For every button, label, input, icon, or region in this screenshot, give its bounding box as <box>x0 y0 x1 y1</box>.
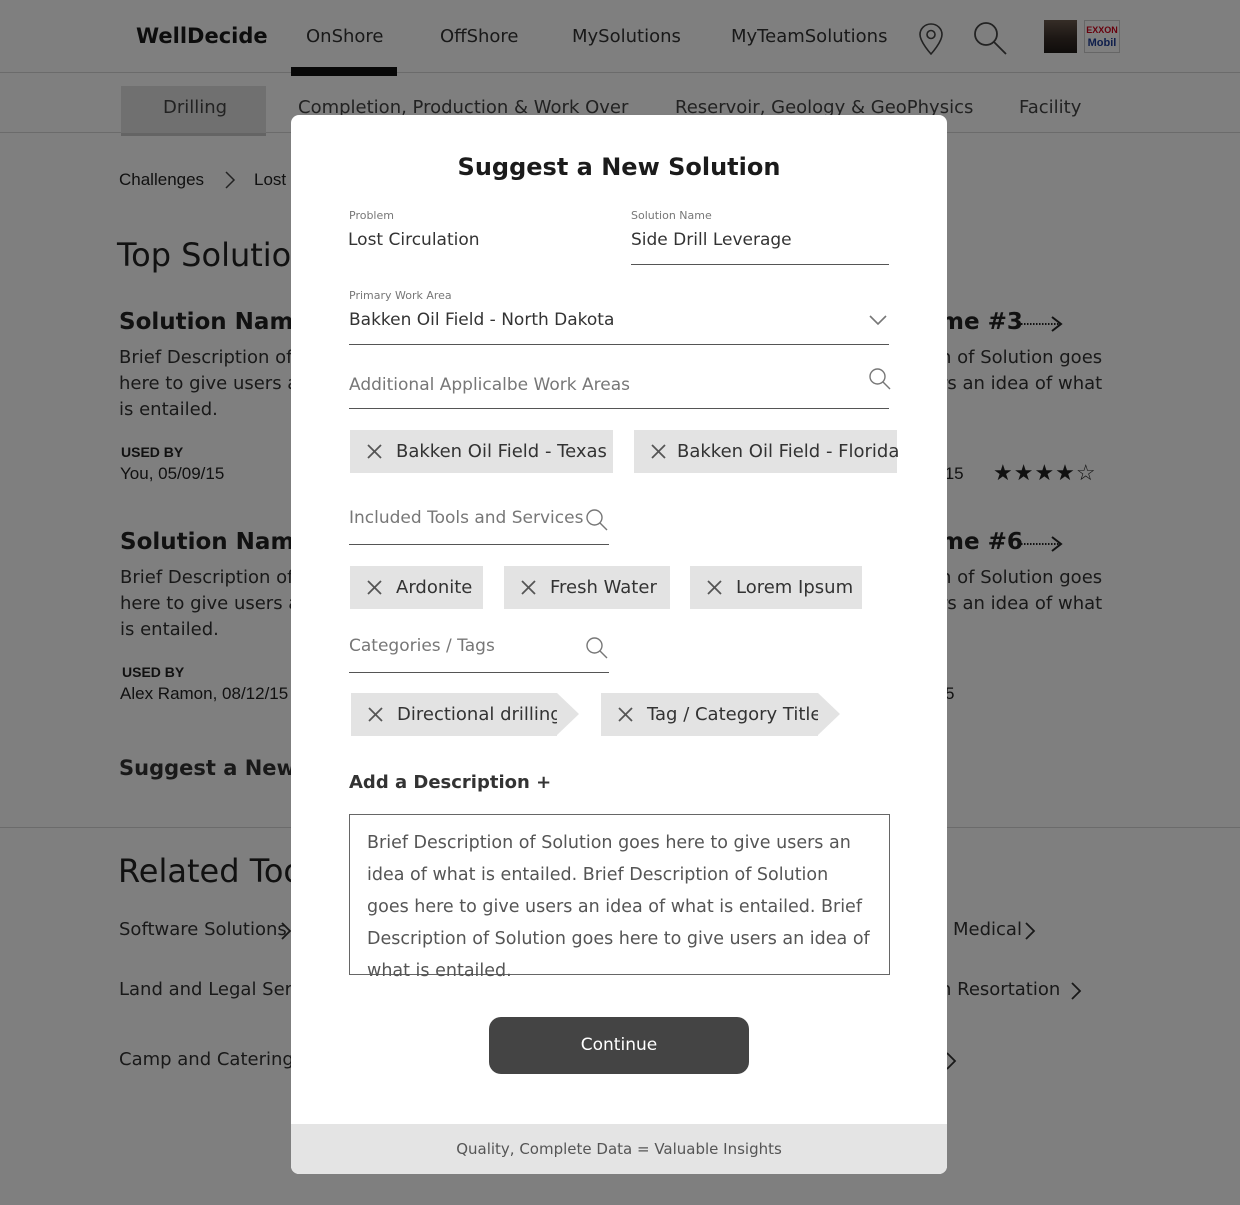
categories-tags-input[interactable]: Categories / Tags <box>349 636 495 656</box>
chip-label: Ardonite <box>396 577 473 598</box>
chevron-down-icon[interactable] <box>868 313 888 327</box>
chip-label: Fresh Water <box>550 577 657 598</box>
modal-footer-tagline: Quality, Complete Data = Valuable Insigh… <box>291 1124 947 1174</box>
modal-title: Suggest a New Solution <box>457 153 781 181</box>
search-icon[interactable] <box>585 636 609 660</box>
category-tag: Directional drilling <box>351 693 579 736</box>
additional-work-areas-input[interactable]: Additional Applicalbe Work Areas <box>349 375 630 395</box>
close-icon[interactable] <box>617 706 634 723</box>
close-icon[interactable] <box>367 706 384 723</box>
category-tag: Tag / Category Title <box>601 693 840 736</box>
solution-name-underline <box>631 264 889 265</box>
close-icon[interactable] <box>706 579 723 596</box>
description-textarea[interactable]: Brief Description of Solution goes here … <box>349 814 890 981</box>
solution-name-field[interactable]: Side Drill Leverage <box>631 230 792 250</box>
close-icon[interactable] <box>366 443 383 460</box>
categories-tags-underline <box>349 672 609 673</box>
primary-work-area-underline <box>349 344 889 345</box>
chip-label: Bakken Oil Field - Florida <box>677 441 900 462</box>
chip-label: Bakken Oil Field - Texas <box>396 441 607 462</box>
primary-work-area-select[interactable]: Bakken Oil Field - North Dakota <box>349 310 614 330</box>
tag-label: Tag / Category Title <box>647 704 822 725</box>
search-icon[interactable] <box>868 367 892 391</box>
chip-label: Lorem Ipsum <box>736 577 854 598</box>
tool-chip: Ardonite <box>350 566 483 609</box>
problem-label: Problem <box>349 209 394 222</box>
work-area-chip: Bakken Oil Field - Texas <box>350 430 613 473</box>
continue-button[interactable]: Continue <box>489 1017 749 1074</box>
tag-label: Directional drilling <box>397 704 562 725</box>
additional-work-areas-underline <box>349 408 889 409</box>
close-icon[interactable] <box>366 579 383 596</box>
primary-work-area-label: Primary Work Area <box>349 289 452 302</box>
problem-value: Lost Circulation <box>348 230 480 250</box>
work-area-chip: Bakken Oil Field - Florida <box>634 430 900 473</box>
search-icon[interactable] <box>585 508 609 532</box>
tool-chip: Fresh Water <box>504 566 670 609</box>
close-icon[interactable] <box>520 579 537 596</box>
tool-chip: Lorem Ipsum <box>690 566 862 609</box>
close-icon[interactable] <box>650 443 667 460</box>
suggest-solution-modal: Suggest a New Solution Problem Lost Circ… <box>291 115 947 1174</box>
solution-name-label: Solution Name <box>631 209 712 222</box>
tools-services-underline <box>349 544 609 545</box>
tools-services-input[interactable]: Included Tools and Services <box>349 508 583 528</box>
add-description-link[interactable]: Add a Description + <box>349 772 551 793</box>
